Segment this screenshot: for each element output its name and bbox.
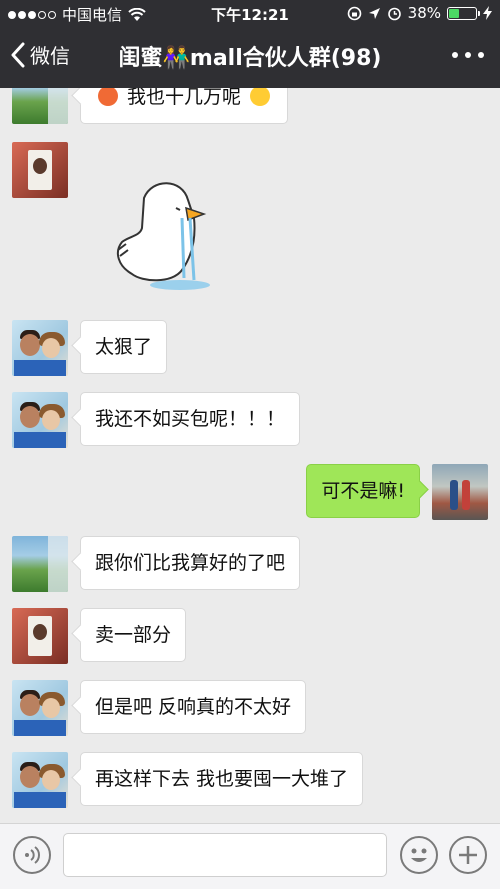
location-icon [368, 7, 380, 19]
avatar[interactable] [12, 88, 68, 124]
message-bubble[interactable]: 跟你们比我算好的了吧 [80, 536, 301, 590]
avatar[interactable] [12, 608, 68, 664]
chat-area[interactable]: 我也十几万呢 太狠了 我还不如买包呢！！！ 可不是嘛! 跟你们比我算好的了吧 卖… [0, 88, 500, 823]
battery-percent: 38% [407, 4, 441, 22]
message-text: 我还不如买包呢！！！ [95, 408, 286, 430]
message-bubble[interactable]: 太狠了 [80, 320, 168, 374]
voice-icon[interactable] [13, 836, 51, 874]
crying-duck-sticker[interactable] [112, 178, 214, 290]
message-bubble[interactable]: 卖一部分 [80, 608, 187, 662]
message-bubble[interactable]: 但是吧 反响真的不太好 [80, 680, 307, 734]
message-text: 再这样下去 我也要囤一大堆了 [95, 768, 349, 790]
laughing-face-icon [250, 88, 271, 106]
message-input[interactable] [63, 833, 387, 877]
input-bar [0, 823, 500, 889]
message-bubble[interactable]: 再这样下去 我也要囤一大堆了 [80, 752, 364, 806]
orientation-lock-icon [347, 6, 361, 20]
avatar[interactable] [12, 392, 68, 448]
avatar[interactable] [12, 752, 68, 808]
message-text: 卖一部分 [95, 624, 172, 646]
status-bar: 中国电信 下午12:21 38% [0, 0, 500, 26]
angry-face-icon [98, 88, 118, 106]
charging-icon [483, 6, 492, 20]
message-text: 可不是嘛! [321, 480, 405, 502]
emoji-icon[interactable] [400, 836, 438, 874]
plus-icon[interactable] [449, 836, 487, 874]
message-text: 太狠了 [95, 336, 153, 358]
message-bubble[interactable]: 我还不如买包呢！！！ [80, 392, 301, 446]
avatar[interactable] [12, 320, 68, 376]
message-bubble[interactable]: 我也十几万呢 [80, 88, 289, 124]
battery-icon [447, 6, 480, 20]
message-text: 跟你们比我算好的了吧 [95, 552, 286, 574]
top-bar: 中国电信 下午12:21 38% 微信 闺蜜👫mall合伙人群(98) [0, 0, 500, 88]
avatar[interactable] [12, 680, 68, 736]
more-dots-icon[interactable] [450, 42, 486, 66]
nav-bar: 微信 闺蜜👫mall合伙人群(98) [0, 26, 500, 88]
alarm-icon [387, 7, 401, 20]
my-avatar[interactable] [432, 464, 488, 520]
my-message-bubble[interactable]: 可不是嘛! [306, 464, 420, 518]
message-text: 我也十几万呢 [127, 88, 242, 108]
message-text: 但是吧 反响真的不太好 [95, 696, 292, 718]
avatar[interactable] [12, 536, 68, 592]
avatar[interactable] [12, 142, 68, 198]
chat-title: 闺蜜👫mall合伙人群(98) [118, 46, 382, 71]
